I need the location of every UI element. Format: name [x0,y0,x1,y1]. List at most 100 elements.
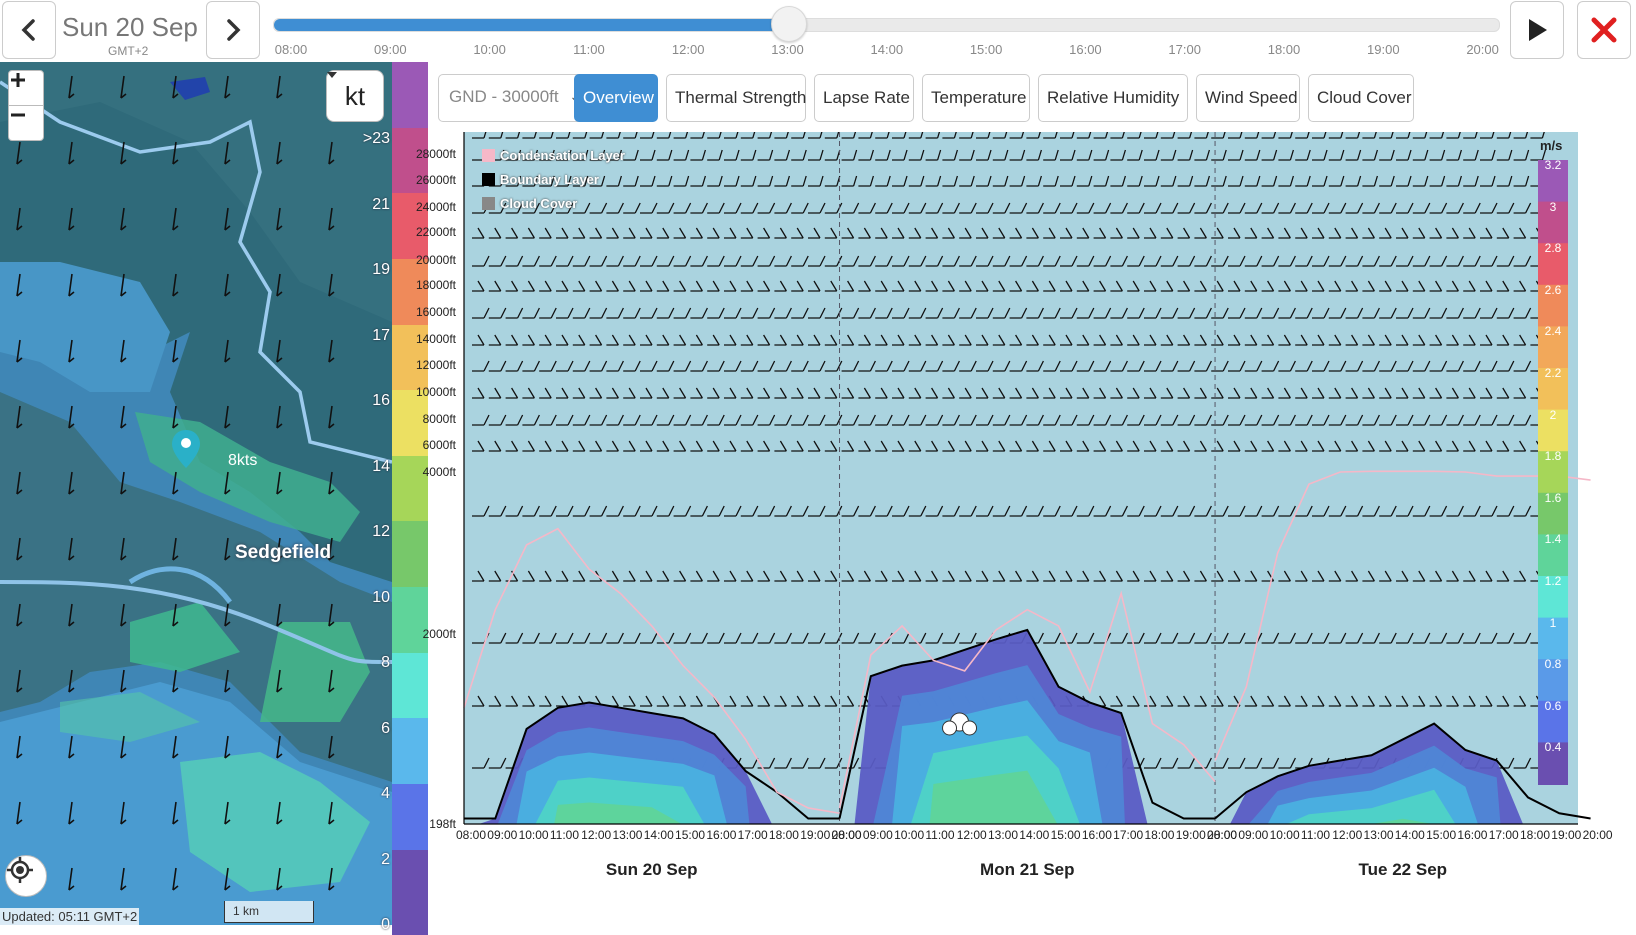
time-slider[interactable] [273,18,1500,32]
timeline-time-label: 15:00 [969,42,1003,57]
tab-overview[interactable]: Overview [574,74,658,122]
updated-timestamp: Updated: 05:11 GMT+2 [0,908,140,925]
hour-tick-label: 15:00 [1426,828,1457,842]
chart-legend-label: Cloud Cover [500,196,578,211]
thermal-scale-label: 1 [1549,615,1557,630]
day-label: Sun 20 Sep [605,860,698,879]
chart-legend-swatch [482,197,495,210]
timeline-time-label: 08:00 [274,42,308,57]
hour-tick-label: 14:00 [1019,828,1050,842]
close-icon [1591,17,1617,43]
altitude-tick-label: 14000ft [415,332,456,346]
hour-tick-label: 08:00 [831,828,862,842]
hour-tick-label: 13:00 [1363,828,1394,842]
zoom-in-button[interactable] [8,70,44,106]
hour-tick-label: 12:00 [956,828,987,842]
timeline-time-label: 13:00 [771,42,804,57]
tab-lapse-rate[interactable]: Lapse Rate [814,74,914,122]
timeline-time-label: 12:00 [671,42,705,57]
locate-button[interactable] [5,855,47,897]
altitude-tick-label: 198ft [429,817,456,831]
top-bar: Sun 20 Sep GMT+2 08:00 09:00 10:00 11:00 12:… [0,0,1636,62]
crosshair-icon [7,857,33,883]
thermal-scale-label: 0.4 [1544,740,1562,755]
map-scale-bar: 1 km [224,901,314,923]
thermal-scale-label: 2 [1549,407,1557,422]
legend-label: 16 [372,392,390,409]
day-label: Mon 21 Sep [980,860,1075,879]
place-label: Sedgefield [235,542,332,563]
time-slider-fill [274,19,789,31]
hour-tick-label: 10:00 [1269,828,1300,842]
legend-label: 6 [381,719,390,737]
hour-tick-label: 15:00 [675,828,706,842]
hour-tick-label: 14:00 [1394,828,1425,842]
timeline-time-label: 18:00 [1267,42,1301,57]
hour-tick-label: 19:00 [800,828,831,842]
caret-down-icon [327,72,337,78]
wind-speed-legend: >23 21 19 17 16 14 12 10 8 6 4 2 0 [363,62,428,935]
chart-legend-label: Boundary Layer [500,172,599,187]
minus-icon [11,113,25,117]
tab-wind-speed[interactable]: Wind Speed [1196,74,1300,122]
tab-temperature[interactable]: Temperature [922,74,1030,122]
hour-tick-label: 14:00 [643,828,674,842]
hour-tick-label: 09:00 [487,828,518,842]
unit-select[interactable]: kt [326,70,384,122]
skew-chart[interactable]: 28000ft 26000ft 24000ft 22000ft 20000ft 18000… [416,127,1636,925]
hour-tick-label: 09:00 [1238,828,1269,842]
altitude-range-select[interactable]: GND - 30000ft ⌄ [438,74,590,122]
altitude-tick-label: 16000ft [415,305,456,319]
thermal-scale-label: 1.2 [1544,574,1562,588]
zoom-out-button[interactable] [8,105,44,141]
thermal-scale-label: 1.6 [1544,490,1562,505]
hour-tick-label: 13:00 [612,828,643,842]
altitude-tick-label: 10000ft [415,385,456,399]
tab-cloud-cover[interactable]: Cloud Cover [1308,74,1414,122]
legend-color-segment [392,521,428,589]
thermal-scale-label: 1.8 [1544,449,1562,464]
hour-tick-label: 11:00 [549,828,580,842]
hour-tick-label: 16:00 [1457,828,1488,842]
altitude-tick-label: 18000ft [415,278,456,292]
hour-tick-label: 12:00 [581,828,612,842]
hour-tick-label: 11:00 [1300,828,1331,842]
plus-icon [11,73,25,87]
timeline-time-label: 17:00 [1168,42,1201,57]
hour-tick-label: 17:00 [737,828,768,842]
map-canvas [0,62,392,925]
thermal-scale-label: 3 [1549,199,1557,214]
play-button[interactable] [1510,1,1564,59]
legend-color-segment [392,915,428,935]
altitude-tick-label: 26000ft [415,173,456,187]
hour-tick-label: 11:00 [925,828,955,842]
thermal-scale-label: 0.6 [1544,698,1562,713]
tab-thermal-strength[interactable]: Thermal Strength [666,74,806,122]
close-button[interactable] [1577,1,1631,59]
altitude-tick-label: 20000ft [415,253,456,267]
marker-wind-speed: 8kts [228,452,258,469]
hour-tick-label: 17:00 [1488,828,1519,842]
legend-color-segment [392,652,428,720]
hour-tick-label: 19:00 [1551,828,1582,842]
thermal-scale-label: 2.4 [1544,324,1562,339]
legend-label: >23 [362,130,390,147]
altitude-tick-label: 2000ft [422,627,456,641]
thermal-scale-label: 3.2 [1544,158,1562,172]
legend-label: 19 [372,261,390,278]
legend-color-segment [392,62,428,129]
wind-map[interactable]: 8kts Sedgefield kt 1 km Updated: 05:11 G… [0,62,392,925]
hour-tick-label: 19:00 [1175,828,1206,842]
altitude-tick-label: 24000ft [415,200,456,214]
legend-color-segment [392,849,428,917]
play-icon [1529,19,1547,41]
hour-tick-label: 08:00 [456,828,487,842]
legend-label: 8 [381,654,390,671]
altitude-tick-label: 4000ft [422,465,456,479]
tab-relative-humidity[interactable]: Relative Humidity [1038,74,1188,122]
timeline-time-label: 19:00 [1367,42,1400,57]
hour-tick-label: 16:00 [706,828,737,842]
legend-color-segment [392,718,428,785]
altitude-tick-label: 8000ft [422,412,456,426]
legend-label: 4 [381,785,390,802]
